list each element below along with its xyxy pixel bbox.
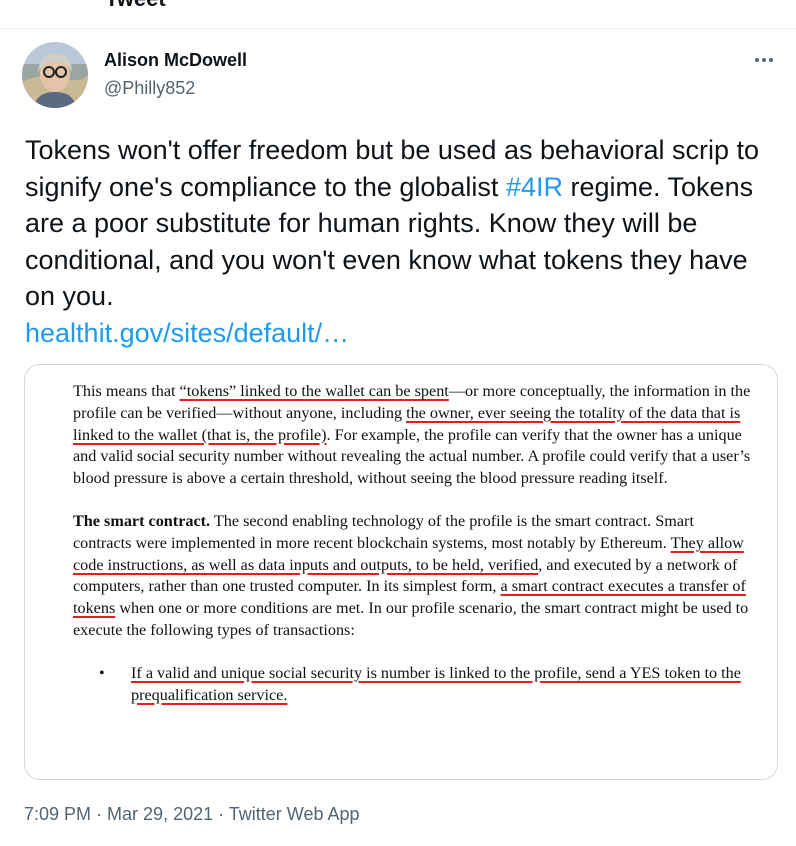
document-paragraph: This means that “tokens” linked to the w… [73,381,753,490]
document-excerpt: This means that “tokens” linked to the w… [73,381,753,706]
doc-underlined-text: If a valid and unique social security is… [131,663,741,704]
bullet-marker: • [99,663,105,682]
tweet-metadata: 7:09 PM · Mar 29, 2021 · Twitter Web App [24,804,360,825]
separator: · [91,804,108,824]
author-name[interactable]: Alison McDowell [104,50,247,71]
tweet-date[interactable]: Mar 29, 2021 [107,804,213,824]
doc-underlined-text: “tokens” linked to the wallet can be spe… [179,382,449,400]
document-bullet: • If a valid and unique social security i… [73,663,753,707]
doc-heading: The smart contract. [73,511,211,530]
page-header: Tweet [0,0,796,29]
page-title: Tweet [105,0,166,12]
avatar-photo [22,42,88,108]
doc-text: when one or more conditions are met. In … [73,599,749,639]
url-link[interactable]: healthit.gov/sites/default/… [25,318,349,348]
tweet-text: Tokens won't offer freedom but be used a… [25,132,785,351]
tweet-source[interactable]: Twitter Web App [229,804,360,824]
media-image[interactable]: This means that “tokens” linked to the w… [24,364,778,780]
more-options-button[interactable] [752,48,776,72]
tweet-time[interactable]: 7:09 PM [24,804,91,824]
separator: · [213,804,229,824]
document-paragraph: The smart contract. The second enabling … [73,511,753,642]
doc-text: This means that [73,382,180,400]
more-horizontal-icon [755,58,773,62]
hashtag-link[interactable]: #4IR [506,172,563,202]
author-handle[interactable]: @Philly852 [104,78,195,99]
avatar[interactable] [22,42,88,108]
